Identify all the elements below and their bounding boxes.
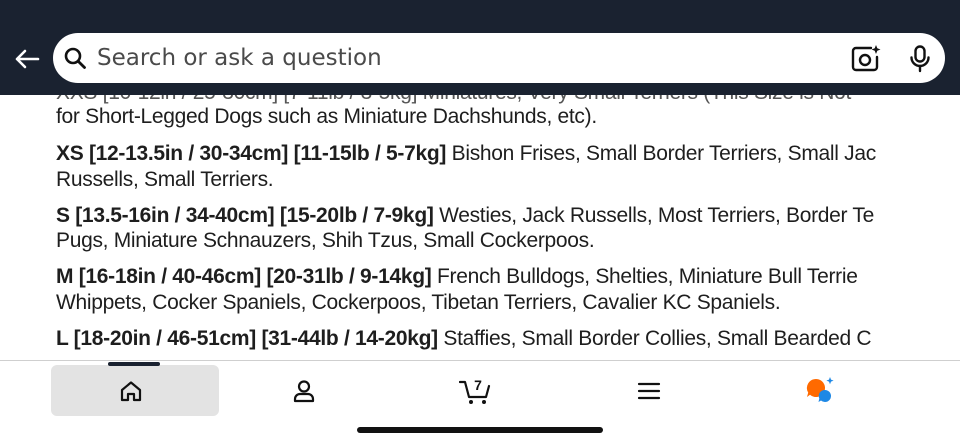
size-xs-line: XS [12-13.5in / 30-34cm] [11-15lb / 5-7k… (56, 142, 876, 166)
size-guide-content: XXS [10-12in / 25-30cm] [7-11lb / 3-5kg]… (0, 95, 960, 360)
person-icon (293, 380, 315, 403)
tab-account[interactable] (274, 371, 334, 411)
camera-lens-icon[interactable] (851, 44, 881, 72)
size-s-breeds: Westies, Jack Russells, Most Terriers, B… (433, 204, 874, 227)
size-m-line: M [16-18in / 40-46cm] [20-31lb / 9-14kg]… (56, 265, 858, 289)
size-l-label: L [18-20in / 46-51cm] [31-44lb / 14-20kg… (56, 327, 438, 350)
microphone-icon[interactable] (909, 45, 931, 73)
search-icon (64, 47, 86, 69)
hamburger-menu-icon (637, 382, 661, 400)
size-m-line-2: Whippets, Cocker Spaniels, Cockerpoos, T… (56, 291, 781, 314)
size-l-line: L [18-20in / 46-51cm] [31-44lb / 14-20kg… (56, 327, 872, 351)
system-home-indicator[interactable] (357, 427, 603, 433)
chat-assistant-icon (806, 377, 834, 403)
tab-cart[interactable]: 7 (446, 371, 506, 411)
search-bar[interactable] (53, 33, 945, 83)
size-l-breeds: Staffies, Small Border Collies, Small Be… (437, 327, 872, 350)
cart-count: 7 (474, 377, 482, 393)
size-s-line: S [13.5-16in / 34-40cm] [15-20lb / 7-9kg… (56, 204, 874, 228)
tab-assistant[interactable] (790, 371, 850, 411)
size-s-label: S [13.5-16in / 34-40cm] [15-20lb / 7-9kg… (56, 204, 434, 227)
back-arrow-icon (15, 49, 40, 69)
top-header (0, 0, 960, 95)
size-m-breeds: French Bulldogs, Shelties, Miniature Bul… (431, 265, 858, 288)
active-tab-indicator (108, 362, 160, 366)
size-xs-label: XS [12-13.5in / 30-34cm] [11-15lb / 5-7k… (56, 142, 447, 165)
cart-icon: 7 (459, 377, 491, 404)
size-guide-line: for Short-Legged Dogs such as Miniature … (56, 105, 597, 128)
size-xs-line-2: Russells, Small Terriers. (56, 168, 274, 191)
search-input[interactable] (97, 33, 827, 83)
size-xs-breeds: Bishon Frises, Small Border Terriers, Sm… (446, 142, 877, 165)
home-icon (120, 381, 142, 402)
size-guide-cut-line: XXS [10-12in / 25-30cm] [7-11lb / 3-5kg]… (56, 95, 851, 105)
back-button[interactable] (8, 40, 46, 78)
size-s-line-2: Pugs, Miniature Schnauzers, Shih Tzus, S… (56, 229, 595, 252)
tab-menu[interactable] (619, 371, 679, 411)
size-m-label: M [16-18in / 40-46cm] [20-31lb / 9-14kg] (56, 265, 432, 288)
tab-home[interactable] (101, 371, 161, 411)
